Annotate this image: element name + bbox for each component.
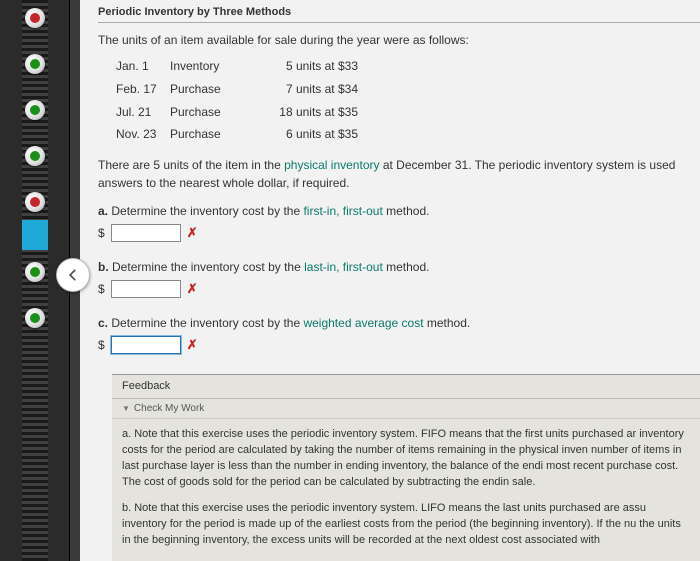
wrong-icon: ✗ bbox=[187, 337, 198, 353]
trans-type: Purchase bbox=[170, 78, 248, 101]
note-text: There are 5 units of the item in the phy… bbox=[98, 156, 700, 192]
term-fifo: first-in, first-out bbox=[303, 204, 382, 218]
page-title: Periodic Inventory by Three Methods bbox=[98, 6, 700, 23]
note-post: at December 31. The periodic inventory s… bbox=[380, 158, 676, 172]
trans-units: 18 units at $35 bbox=[248, 101, 358, 124]
term-weighted-avg: weighted average cost bbox=[303, 316, 423, 330]
feedback-panel: Feedback ▼ Check My Work a. Note that th… bbox=[112, 374, 700, 561]
dollar-sign: $ bbox=[98, 282, 105, 296]
wrong-icon: ✗ bbox=[187, 281, 198, 297]
back-button[interactable] bbox=[56, 258, 90, 292]
feedback-b: b. Note that this exercise uses the peri… bbox=[122, 501, 690, 549]
trans-date: Jan. 1 bbox=[116, 55, 170, 78]
question-a-label: a. Determine the inventory cost by the f… bbox=[98, 204, 700, 218]
question-letter: b. bbox=[98, 260, 109, 274]
progress-node[interactable] bbox=[25, 54, 45, 74]
trans-units: 5 units at $33 bbox=[248, 55, 358, 78]
trans-type: Purchase bbox=[170, 123, 248, 146]
progress-rail-current bbox=[22, 220, 48, 250]
feedback-a: a. Note that this exercise uses the peri… bbox=[122, 427, 690, 491]
check-my-work-toggle[interactable]: ▼ Check My Work bbox=[112, 399, 700, 419]
note-pre: There are 5 units of the item in the bbox=[98, 158, 284, 172]
trans-date: Jul. 21 bbox=[116, 101, 170, 124]
wrong-icon: ✗ bbox=[187, 225, 198, 241]
check-my-work-label: Check My Work bbox=[134, 403, 204, 414]
progress-node[interactable] bbox=[25, 262, 45, 282]
answer-input-a[interactable] bbox=[111, 224, 181, 242]
trans-type: Inventory bbox=[170, 55, 248, 78]
table-row: Jul. 21 Purchase 18 units at $35 bbox=[116, 101, 700, 124]
term-physical-inventory: physical inventory bbox=[284, 158, 379, 172]
question-letter: a. bbox=[98, 204, 108, 218]
question-b-label: b. Determine the inventory cost by the l… bbox=[98, 260, 700, 274]
progress-node[interactable] bbox=[25, 192, 45, 212]
feedback-title: Feedback bbox=[112, 375, 700, 399]
question-post: method. bbox=[424, 316, 471, 330]
note-line2: answers to the nearest whole dollar, if … bbox=[98, 176, 349, 190]
dollar-sign: $ bbox=[98, 338, 105, 352]
question-a: a. Determine the inventory cost by the f… bbox=[98, 204, 700, 242]
feedback-body: a. Note that this exercise uses the peri… bbox=[112, 419, 700, 561]
trans-units: 7 units at $34 bbox=[248, 78, 358, 101]
question-c: c. Determine the inventory cost by the w… bbox=[98, 316, 700, 354]
question-c-label: c. Determine the inventory cost by the w… bbox=[98, 316, 700, 330]
question-b: b. Determine the inventory cost by the l… bbox=[98, 260, 700, 298]
answer-input-c[interactable] bbox=[111, 336, 181, 354]
question-pre: Determine the inventory cost by the bbox=[111, 316, 303, 330]
trans-type: Purchase bbox=[170, 101, 248, 124]
answer-input-b[interactable] bbox=[111, 280, 181, 298]
question-post: method. bbox=[383, 260, 430, 274]
table-row: Nov. 23 Purchase 6 units at $35 bbox=[116, 123, 700, 146]
question-pre: Determine the inventory cost by the bbox=[111, 204, 303, 218]
progress-node[interactable] bbox=[25, 146, 45, 166]
content-panel: Periodic Inventory by Three Methods The … bbox=[80, 0, 700, 561]
trans-date: Feb. 17 bbox=[116, 78, 170, 101]
transactions-table: Jan. 1 Inventory 5 units at $33 Feb. 17 … bbox=[116, 55, 700, 146]
intro-text: The units of an item available for sale … bbox=[98, 33, 700, 47]
table-row: Feb. 17 Purchase 7 units at $34 bbox=[116, 78, 700, 101]
progress-node[interactable] bbox=[25, 8, 45, 28]
term-lifo: last-in, first-out bbox=[304, 260, 383, 274]
caret-down-icon: ▼ bbox=[122, 404, 130, 413]
question-pre: Determine the inventory cost by the bbox=[112, 260, 304, 274]
question-letter: c. bbox=[98, 316, 108, 330]
progress-node[interactable] bbox=[25, 308, 45, 328]
table-row: Jan. 1 Inventory 5 units at $33 bbox=[116, 55, 700, 78]
dollar-sign: $ bbox=[98, 226, 105, 240]
trans-units: 6 units at $35 bbox=[248, 123, 358, 146]
trans-date: Nov. 23 bbox=[116, 123, 170, 146]
question-post: method. bbox=[383, 204, 430, 218]
chevron-left-icon bbox=[66, 268, 80, 282]
progress-node[interactable] bbox=[25, 100, 45, 120]
